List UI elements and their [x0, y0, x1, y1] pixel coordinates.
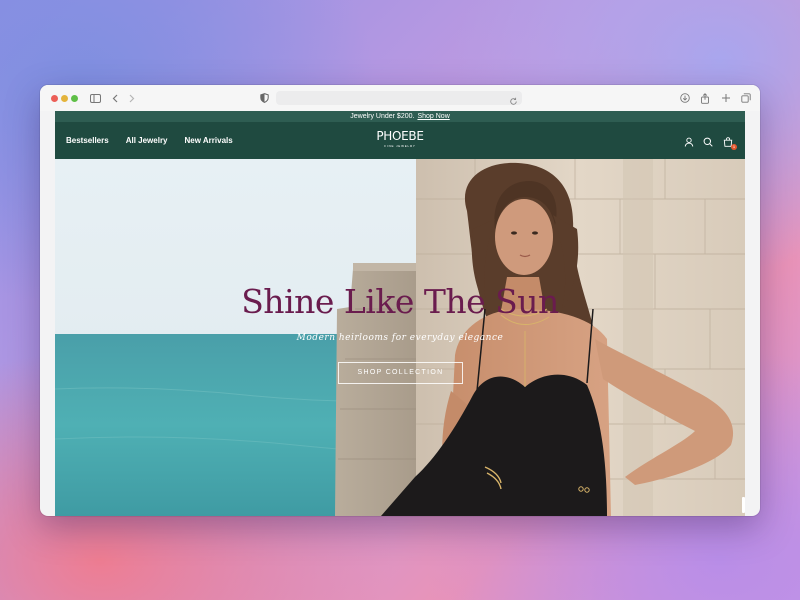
main-nav: Bestsellers All Jewelry New Arrivals PHO…	[55, 122, 745, 159]
search-icon[interactable]	[702, 136, 713, 147]
promo-bar: Jewelry Under $200. Shop Now	[55, 111, 745, 122]
address-bar[interactable]	[276, 91, 522, 105]
cart-count-badge: 1	[731, 144, 737, 150]
tab-overview-icon[interactable]	[739, 91, 753, 105]
privacy-shield-icon[interactable]	[257, 91, 271, 105]
scrollbar-thumb[interactable]	[742, 497, 745, 513]
back-icon[interactable]	[108, 91, 122, 105]
share-icon[interactable]	[698, 91, 712, 105]
logo-tagline: FINE JEWELRY	[384, 144, 416, 148]
logo-name: PHOEBE	[376, 129, 424, 143]
account-icon[interactable]	[683, 136, 694, 147]
hero-subtitle: Modern heirlooms for everyday elegance	[296, 333, 504, 343]
browser-window: Jewelry Under $200. Shop Now Bestsellers …	[40, 85, 760, 516]
hero-banner: Shine Like The Sun Modern heirlooms for …	[55, 159, 745, 516]
website: Jewelry Under $200. Shop Now Bestsellers …	[55, 111, 745, 516]
close-window-button[interactable]	[51, 95, 58, 102]
zoom-window-button[interactable]	[71, 95, 78, 102]
promo-shop-now-link[interactable]: Shop Now	[417, 113, 449, 120]
shop-collection-button[interactable]: SHOP COLLECTION	[338, 362, 463, 384]
nav-link-new-arrivals[interactable]: New Arrivals	[185, 136, 233, 145]
forward-icon[interactable]	[124, 91, 138, 105]
browser-toolbar	[40, 85, 760, 111]
download-icon[interactable]	[678, 91, 692, 105]
site-logo[interactable]: PHOEBE FINE JEWELRY	[373, 129, 427, 149]
minimize-window-button[interactable]	[61, 95, 68, 102]
promo-text: Jewelry Under $200.	[350, 113, 415, 120]
new-tab-icon[interactable]	[719, 91, 733, 105]
nav-link-bestsellers[interactable]: Bestsellers	[66, 136, 109, 145]
sidebar-icon[interactable]	[88, 91, 102, 105]
reload-icon[interactable]	[509, 93, 518, 111]
hero-title: Shine Like The Sun	[241, 282, 559, 321]
nav-link-all-jewelry[interactable]: All Jewelry	[126, 136, 168, 145]
